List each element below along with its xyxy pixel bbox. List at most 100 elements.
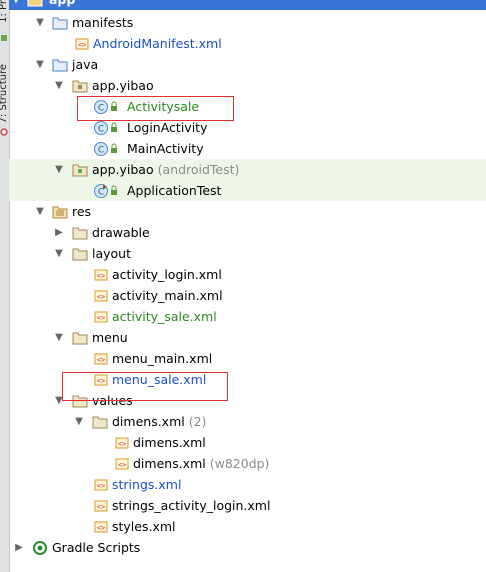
tree-label: styles.xml — [112, 519, 176, 534]
tree-node-activity-sale[interactable]: <> activity_sale.xml — [9, 306, 486, 327]
tree-label: activity_login.xml — [112, 267, 222, 282]
tree-label: Gradle Scripts — [52, 540, 141, 555]
folder-icon — [72, 246, 88, 262]
expand-arrow-icon[interactable]: ▼ — [35, 201, 45, 222]
folder-icon — [72, 330, 88, 346]
tree-node-applicationtest[interactable]: C ApplicationTest — [9, 180, 486, 201]
expand-arrow-icon[interactable]: ▼ — [74, 411, 84, 432]
svg-text:<>: <> — [97, 482, 105, 490]
xml-file-icon: <> — [114, 456, 130, 472]
tree-node-dimens-group[interactable]: ▼ dimens.xml (2) — [9, 411, 486, 432]
gradle-icon — [32, 540, 48, 556]
variant-count: (2) — [188, 414, 207, 429]
folder-icon — [52, 15, 68, 31]
expand-arrow-icon[interactable]: ▼ — [35, 54, 45, 75]
svg-text:C: C — [98, 125, 104, 135]
lock-icon — [109, 99, 119, 115]
tree-node-androidmanifest[interactable]: <> AndroidManifest.xml — [9, 33, 486, 54]
expand-arrow-icon[interactable]: ▼ — [35, 12, 45, 33]
xml-file-icon: <> — [93, 498, 109, 514]
tree-node-strings-activity-login[interactable]: <> strings_activity_login.xml — [9, 495, 486, 516]
expand-arrow-icon[interactable]: ▼ — [11, 0, 21, 10]
tree-label: ApplicationTest — [127, 183, 222, 198]
svg-text:<>: <> — [97, 293, 105, 301]
svg-text:<>: <> — [97, 272, 105, 280]
tree-node-java[interactable]: ▼ java — [9, 54, 486, 75]
tree-label: menu_sale.xml — [112, 372, 207, 387]
source-set-tag: (androidTest) — [157, 162, 240, 177]
xml-file-icon: <> — [93, 267, 109, 283]
class-icon: C — [93, 99, 109, 115]
xml-file-icon: <> — [93, 309, 109, 325]
file-name: dimens.xml — [133, 456, 206, 471]
tree-label: res — [72, 204, 92, 219]
tree-node-styles[interactable]: <> styles.xml — [9, 516, 486, 537]
expand-arrow-icon[interactable]: ▼ — [54, 243, 64, 264]
collapse-arrow-icon[interactable]: ▶ — [54, 222, 64, 243]
tree-label: MainActivity — [127, 141, 204, 156]
expand-arrow-icon[interactable]: ▼ — [54, 159, 64, 180]
source-folder-icon — [52, 57, 68, 73]
tree-node-app[interactable]: ▼ app — [9, 0, 486, 10]
expand-arrow-icon[interactable]: ▼ — [54, 327, 64, 348]
tree-node-dimens-default[interactable]: <> dimens.xml — [9, 432, 486, 453]
tree-node-res[interactable]: ▼ res — [9, 201, 486, 222]
tree-node-strings[interactable]: <> strings.xml — [9, 474, 486, 495]
tree-node-dimens-w820dp[interactable]: <> dimens.xml (w820dp) — [9, 453, 486, 474]
tree-label: app — [49, 0, 75, 10]
tree-node-manifests[interactable]: ▼ manifests — [9, 12, 486, 33]
svg-text:<>: <> — [97, 524, 105, 532]
xml-file-icon: <> — [93, 477, 109, 493]
tree-label: dimens.xml — [133, 435, 206, 450]
tree-label: values — [92, 393, 133, 408]
collapse-arrow-icon[interactable]: ▶ — [14, 537, 24, 558]
project-tree: ▼ app ▼ manifests <> AndroidManifest.xml… — [9, 0, 486, 572]
package-icon — [72, 78, 88, 94]
tree-node-menu-sale[interactable]: <> menu_sale.xml — [9, 369, 486, 390]
svg-text:<>: <> — [97, 377, 105, 385]
tree-node-menu-main[interactable]: <> menu_main.xml — [9, 348, 486, 369]
tree-node-values[interactable]: ▼ values — [9, 390, 486, 411]
tree-node-drawable[interactable]: ▶ drawable — [9, 222, 486, 243]
tree-label: drawable — [92, 225, 150, 240]
tree-node-package-main[interactable]: ▼ app.yibao — [9, 75, 486, 96]
tree-node-activity-login[interactable]: <> activity_login.xml — [9, 264, 486, 285]
tree-label: strings_activity_login.xml — [112, 498, 271, 513]
tree-label: activity_sale.xml — [112, 309, 217, 324]
package-name: app.yibao — [92, 162, 154, 177]
lock-icon — [109, 141, 119, 157]
xml-file-icon: <> — [114, 435, 130, 451]
class-icon: C — [93, 141, 109, 157]
tree-label: LoginActivity — [127, 120, 208, 135]
svg-text:C: C — [98, 146, 104, 156]
tree-node-layout[interactable]: ▼ layout — [9, 243, 486, 264]
tree-node-loginactivity[interactable]: C LoginActivity — [9, 117, 486, 138]
resource-folder-icon — [52, 204, 68, 220]
module-folder-icon — [27, 0, 43, 8]
tree-label: menu_main.xml — [112, 351, 213, 366]
tree-node-gradle-scripts[interactable]: ▶ Gradle Scripts — [9, 537, 486, 558]
qualifier-tag: (w820dp) — [209, 456, 270, 471]
tree-label: app.yibao (androidTest) — [92, 159, 239, 180]
tree-node-activity-main[interactable]: <> activity_main.xml — [9, 285, 486, 306]
test-package-icon — [72, 162, 88, 178]
tree-label: AndroidManifest.xml — [93, 36, 222, 51]
xml-file-icon: <> — [93, 519, 109, 535]
tree-label: dimens.xml (2) — [112, 411, 206, 432]
expand-arrow-icon[interactable]: ▼ — [54, 75, 64, 96]
tree-node-package-test[interactable]: ▼ app.yibao (androidTest) — [9, 159, 486, 180]
tree-label: java — [72, 57, 99, 72]
tree-label: layout — [92, 246, 132, 261]
expand-arrow-icon[interactable]: ▼ — [54, 390, 64, 411]
tree-label: menu — [92, 330, 128, 345]
tree-node-activitysale[interactable]: C Activitysale — [9, 96, 486, 117]
tree-node-mainactivity[interactable]: C MainActivity — [9, 138, 486, 159]
svg-text:<>: <> — [97, 356, 105, 364]
folder-icon — [72, 225, 88, 241]
tree-label: manifests — [72, 15, 134, 30]
svg-text:<>: <> — [118, 461, 126, 469]
lock-icon — [109, 120, 119, 136]
folder-icon — [92, 414, 108, 430]
xml-file-icon: <> — [74, 36, 90, 52]
tree-node-menu[interactable]: ▼ menu — [9, 327, 486, 348]
